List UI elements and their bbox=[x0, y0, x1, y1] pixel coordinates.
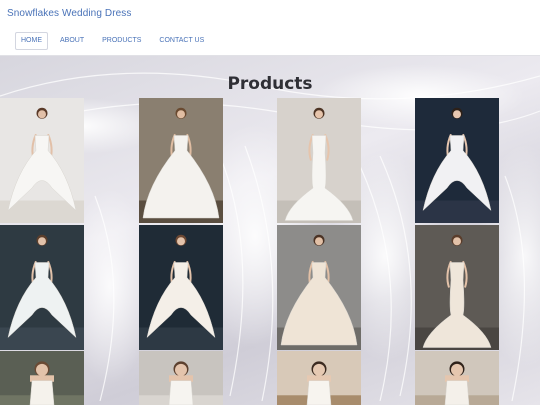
product-image bbox=[415, 98, 499, 223]
product-card[interactable] bbox=[139, 351, 223, 405]
product-image bbox=[415, 225, 499, 350]
top-navbar: Snowflakes Wedding Dress HOME ABOUT PROD… bbox=[0, 0, 540, 56]
product-image bbox=[277, 351, 361, 405]
brand-title[interactable]: Snowflakes Wedding Dress bbox=[7, 8, 132, 19]
product-card[interactable] bbox=[139, 98, 223, 223]
page-title: Products bbox=[227, 74, 313, 94]
main-nav: HOME ABOUT PRODUCTS CONTACT US bbox=[15, 32, 216, 50]
product-image bbox=[0, 98, 84, 223]
product-card[interactable] bbox=[139, 225, 223, 350]
product-card[interactable] bbox=[415, 98, 499, 223]
product-image bbox=[277, 225, 361, 350]
product-card[interactable] bbox=[415, 225, 499, 350]
product-image bbox=[277, 98, 361, 223]
product-image bbox=[139, 225, 223, 350]
product-image bbox=[139, 98, 223, 223]
product-card[interactable] bbox=[277, 98, 361, 223]
nav-home[interactable]: HOME bbox=[15, 32, 48, 50]
product-image bbox=[415, 351, 499, 405]
nav-products[interactable]: PRODUCTS bbox=[96, 32, 147, 50]
product-image bbox=[0, 351, 84, 405]
product-image bbox=[139, 351, 223, 405]
product-card[interactable] bbox=[0, 225, 84, 350]
product-card[interactable] bbox=[277, 225, 361, 350]
product-card[interactable] bbox=[0, 98, 84, 223]
product-card[interactable] bbox=[277, 351, 361, 405]
nav-contact-us[interactable]: CONTACT US bbox=[153, 32, 210, 50]
product-card[interactable] bbox=[415, 351, 499, 405]
product-card[interactable] bbox=[0, 351, 84, 405]
nav-about[interactable]: ABOUT bbox=[54, 32, 90, 50]
product-image bbox=[0, 225, 84, 350]
product-grid bbox=[0, 98, 540, 405]
